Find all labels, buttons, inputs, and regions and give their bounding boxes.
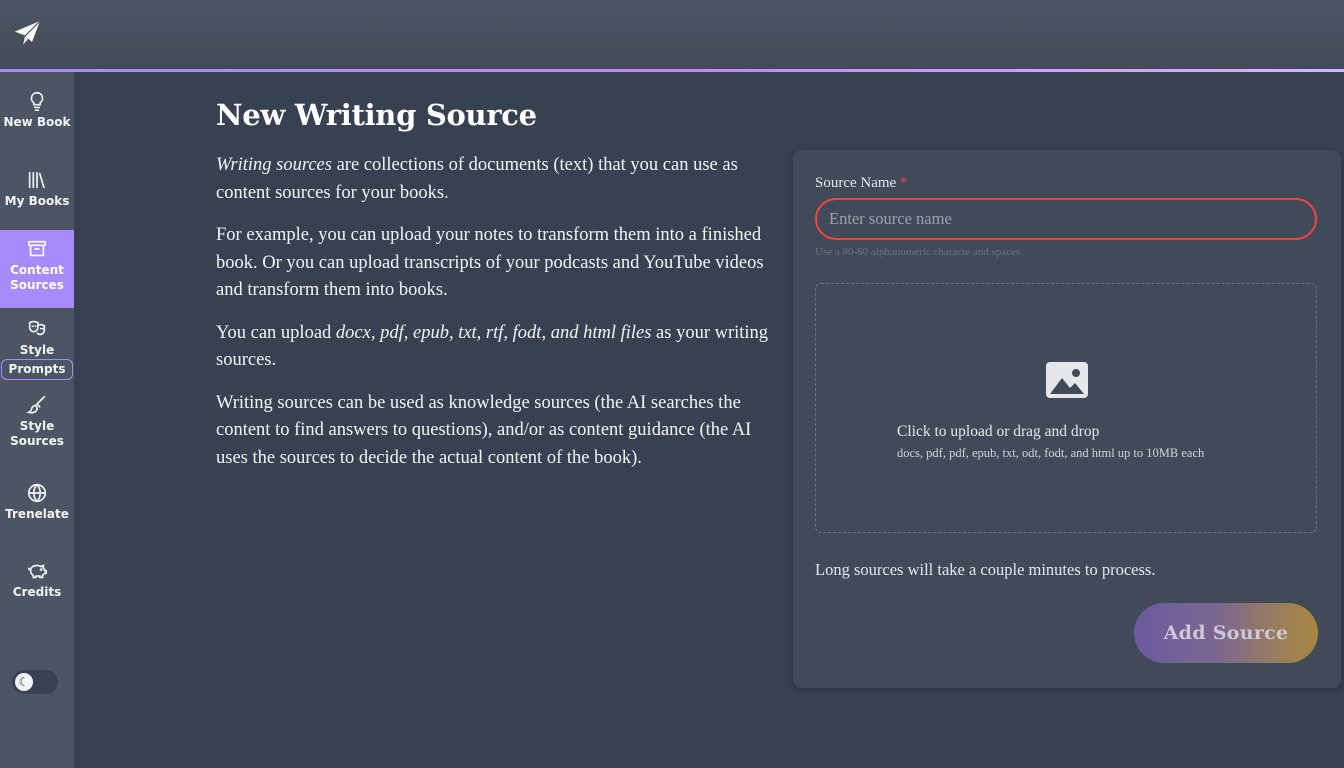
- formats-before: You can upload: [216, 322, 336, 343]
- formats-list: docx, pdf, epub, txt, rtf, fodt, and htm…: [335, 322, 652, 343]
- sidebar-item-label: My Books: [4, 194, 70, 208]
- example-paragraph: For example, you can upload your notes t…: [216, 225, 764, 300]
- intro-emphasis: Writing sources: [216, 155, 332, 175]
- page-title: New Writing Source: [216, 98, 537, 132]
- sidebar-item-translate[interactable]: Trenelate: [0, 482, 74, 522]
- upload-instructions: Click to upload or drag and drop: [897, 423, 1100, 440]
- paintbrush-icon: [26, 395, 46, 414]
- sidebar-item-label: Credits: [12, 585, 62, 599]
- sidebar-item-label: Style: [19, 343, 55, 357]
- new-source-form: Source Name * Use a 80-60 alphanumeric c…: [793, 150, 1341, 688]
- sidebar-item-label: New Book: [3, 115, 71, 129]
- processing-note: Long sources will take a couple minutes …: [815, 560, 1156, 579]
- piggy-bank-icon: [27, 564, 47, 579]
- sidebar-item-style-prompts[interactable]: Style Prompts: [0, 318, 74, 380]
- required-indicator: *: [899, 175, 908, 191]
- usage-paragraph: Writing sources can be used as knowledge…: [216, 392, 752, 468]
- archive-box-icon: [27, 240, 47, 257]
- formats-paragraph: You can upload docx, pdf, epub, txt, rtf…: [216, 320, 772, 375]
- paper-plane-logo-icon[interactable]: [12, 18, 42, 50]
- upload-file-types: docs, pdf, pdf, epub, txt, odt, fodt, an…: [897, 446, 1205, 460]
- sidebar-item-label: Prompts: [0, 359, 74, 380]
- sidebar: New Book My Books Content Sources Style …: [0, 72, 74, 768]
- source-name-label: Source Name *: [815, 175, 907, 192]
- add-source-button[interactable]: Add Source: [1134, 603, 1318, 663]
- intro-paragraph: Writing sources are collections of docum…: [216, 152, 772, 207]
- top-bar: [0, 0, 1344, 70]
- books-icon: [28, 171, 45, 189]
- theme-toggle[interactable]: ☾: [12, 670, 58, 694]
- source-name-input[interactable]: [815, 198, 1317, 240]
- file-upload-dropzone[interactable]: Click to upload or drag and drop docs, p…: [815, 283, 1317, 533]
- sidebar-item-label: Style Sources: [10, 419, 64, 448]
- sidebar-item-style-sources[interactable]: Style Sources: [0, 394, 74, 449]
- sidebar-item-label: Trenelate: [5, 507, 69, 521]
- moon-icon: ☾: [15, 673, 33, 691]
- source-name-label-text: Source Name: [815, 175, 897, 191]
- sidebar-item-credits[interactable]: Credits: [0, 560, 74, 600]
- theater-masks-icon: [28, 320, 46, 336]
- image-icon: [1046, 362, 1088, 398]
- lightbulb-icon: [30, 91, 44, 111]
- main-content: New Writing Source Writing sources are c…: [216, 98, 772, 487]
- source-name-hint: Use a 80-60 alphanumeric characte and sp…: [815, 246, 1023, 258]
- globe-icon: [27, 483, 47, 503]
- sidebar-item-my-books[interactable]: My Books: [0, 169, 74, 209]
- sidebar-item-label: Content Sources: [10, 263, 64, 292]
- sidebar-item-new-book[interactable]: New Book: [0, 90, 74, 130]
- top-accent-line: [0, 69, 1344, 72]
- sidebar-item-content-sources[interactable]: Content Sources: [0, 230, 74, 308]
